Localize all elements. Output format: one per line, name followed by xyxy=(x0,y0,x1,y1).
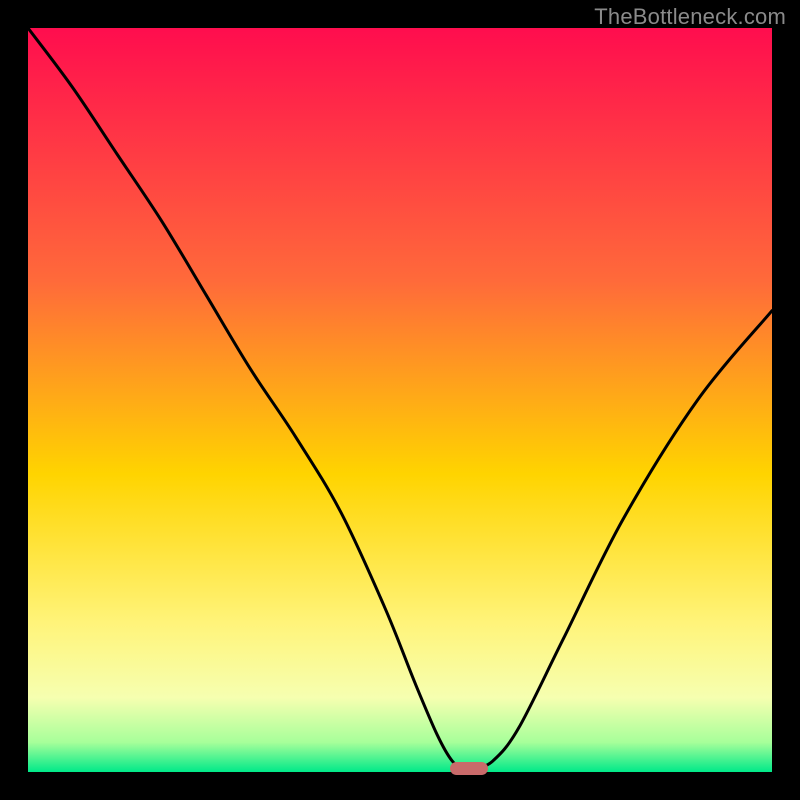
chart-frame: TheBottleneck.com xyxy=(0,0,800,800)
watermark-text: TheBottleneck.com xyxy=(594,4,786,30)
gradient-background xyxy=(28,28,772,772)
optimal-marker xyxy=(450,762,488,775)
plot-area xyxy=(28,28,772,772)
chart-svg xyxy=(28,28,772,772)
